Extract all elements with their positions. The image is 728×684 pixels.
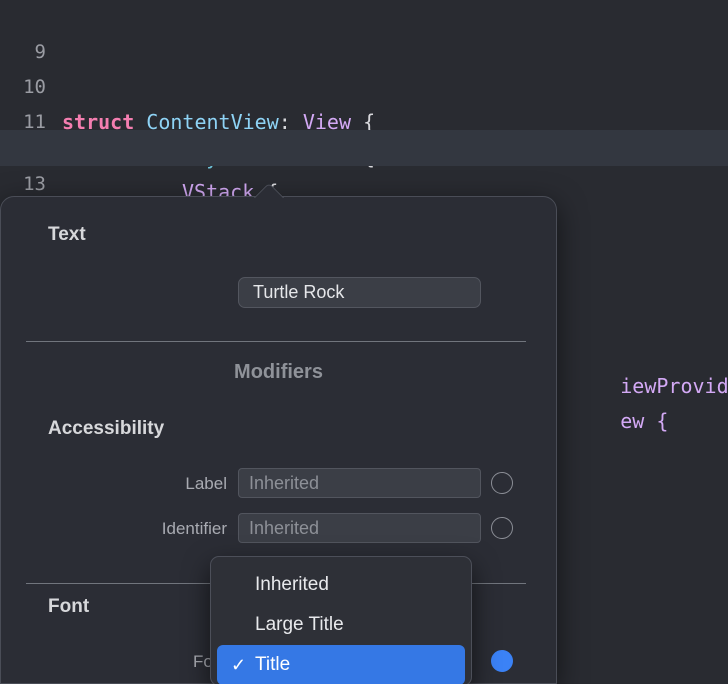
font-dropdown-menu[interactable]: Inherited Large Title ✓ Title: [210, 556, 472, 684]
code-line-9[interactable]: 9: [0, 0, 728, 63]
checkmark-icon: ✓: [231, 655, 247, 675]
app-root: 9 10 struct ContentView: View { 11 var b…: [0, 0, 728, 684]
section-heading-font: Font: [48, 596, 90, 617]
accessibility-identifier-input[interactable]: [238, 513, 481, 543]
code-line-13[interactable]: 13 Text("Turtle Rock"): [0, 130, 728, 233]
menu-item-inherited[interactable]: Inherited: [217, 565, 465, 605]
divider-top: [26, 341, 526, 342]
menu-item-title-label: Title: [255, 654, 291, 675]
accessibility-identifier-indicator[interactable]: [491, 517, 513, 539]
field-label-font: Font: [27, 646, 227, 678]
field-row-identifier: Identifier: [0, 513, 557, 545]
field-label-label: Label: [185, 474, 227, 493]
font-indicator[interactable]: [491, 650, 513, 672]
modifiers-heading: Modifiers: [234, 361, 323, 383]
section-heading-accessibility: Accessibility: [48, 418, 165, 439]
field-label-identifier: Identifier: [161, 519, 227, 538]
popover-title: Text: [48, 224, 86, 245]
menu-item-title[interactable]: ✓ Title: [217, 645, 465, 684]
accessibility-label-indicator[interactable]: [491, 472, 513, 494]
code-text-view: ew {: [620, 409, 669, 433]
code-line-11[interactable]: 11 var body: some View {: [0, 70, 728, 169]
menu-item-large-title[interactable]: Large Title: [217, 605, 465, 645]
code-line-10[interactable]: 10 struct ContentView: View {: [0, 35, 728, 134]
field-row-label: Label: [0, 468, 557, 500]
menu-item-large-title-label: Large Title: [255, 614, 344, 635]
code-line-provider[interactable]: iewProvider: [548, 334, 728, 398]
code-line-view[interactable]: ew {: [548, 369, 728, 433]
menu-item-inherited-label: Inherited: [255, 574, 329, 595]
popover-arrow: [249, 182, 289, 198]
text-value-input[interactable]: [238, 277, 481, 308]
accessibility-label-input[interactable]: [238, 468, 481, 498]
